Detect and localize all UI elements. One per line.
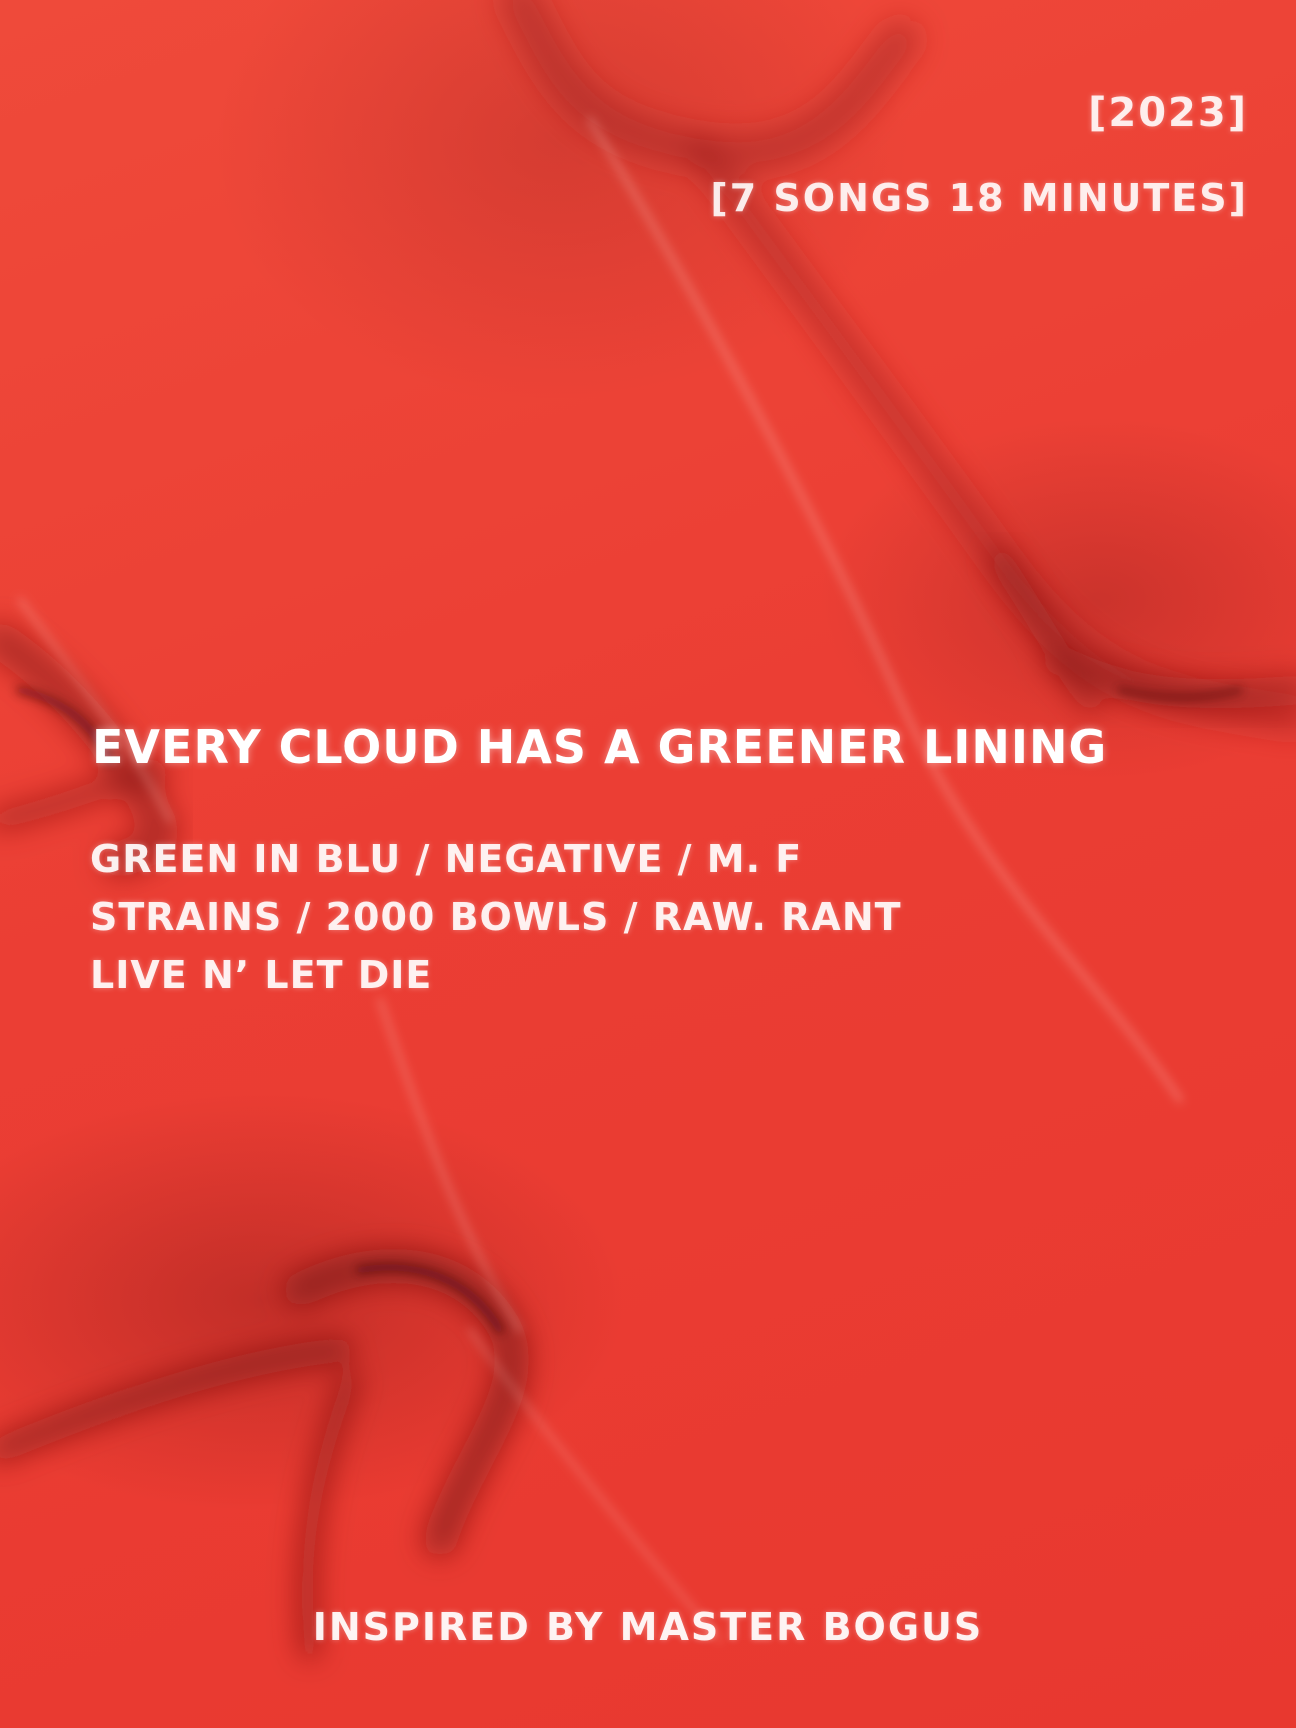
tracklist-line: STRAINS / 2000 BOWLS / RAW. RANT: [90, 895, 902, 939]
album-poster: [2023] [7 SONGS 18 MINUTES] EVERY CLOUD …: [0, 0, 1296, 1728]
fold-shadow-bottom: [0, 1249, 529, 1660]
fold-shadow-right: [988, 548, 1296, 712]
credit-line: INSPIRED BY MASTER BOGUS: [312, 1605, 984, 1649]
dark-creases: [16, 686, 1243, 1334]
tracklist-line: LIVE N’ LET DIE: [90, 953, 433, 997]
tracklist-line: GREEN IN BLU / NEGATIVE / M. F: [90, 837, 803, 881]
album-title: EVERY CLOUD HAS A GREENER LINING: [92, 720, 1108, 774]
tracklist: GREEN IN BLU / NEGATIVE / M. F STRAINS /…: [90, 830, 902, 1004]
release-year: [2023]: [1088, 90, 1248, 136]
album-stats: [7 SONGS 18 MINUTES]: [710, 176, 1248, 220]
